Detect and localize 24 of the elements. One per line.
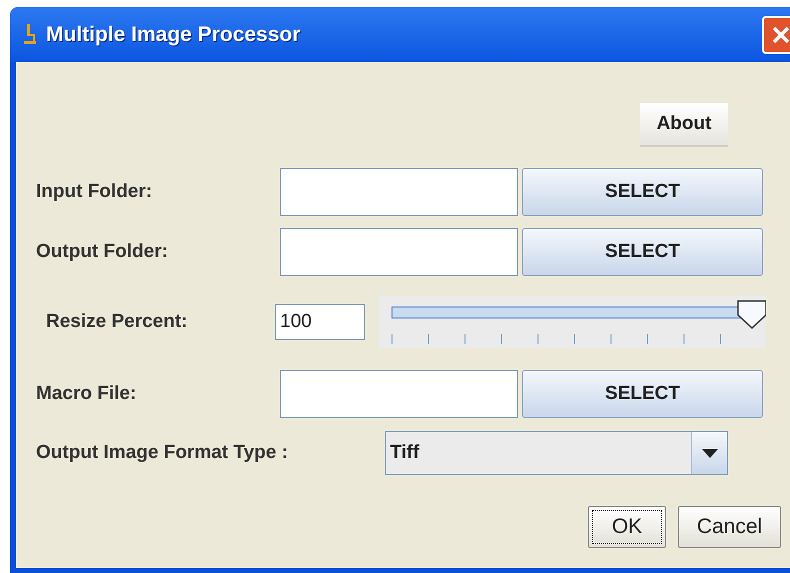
close-button[interactable] xyxy=(762,16,790,54)
select-button[interactable]: SELECT xyxy=(522,168,763,216)
field-label: Macro File: xyxy=(36,382,138,406)
close-icon xyxy=(771,24,790,44)
format-dropdown[interactable]: Tiff xyxy=(385,431,728,475)
path-field[interactable] xyxy=(280,370,518,418)
dropdown-arrow-icon xyxy=(702,448,718,458)
field-label: Resize Percent: xyxy=(45,310,189,334)
about-button[interactable]: About xyxy=(640,103,728,147)
field-label: Input Folder: xyxy=(36,180,154,204)
path-field[interactable] xyxy=(280,168,518,216)
path-field[interactable] xyxy=(280,228,518,276)
field-label: Output Folder: xyxy=(36,240,169,264)
dropdown-value: Tiff xyxy=(389,440,420,465)
slider-thumb[interactable] xyxy=(737,300,766,330)
microscope-icon xyxy=(22,24,38,46)
select-button[interactable]: SELECT xyxy=(522,228,763,276)
dialog-button[interactable]: Cancel xyxy=(678,506,781,548)
dialog-button[interactable]: OK xyxy=(588,506,666,548)
resize-slider[interactable] xyxy=(378,296,766,348)
percent-field[interactable]: 100 xyxy=(275,304,365,340)
field-label: Output Image Format Type : xyxy=(36,440,289,465)
select-button[interactable]: SELECT xyxy=(522,370,763,418)
window-title: Multiple Image Processor xyxy=(46,22,300,48)
